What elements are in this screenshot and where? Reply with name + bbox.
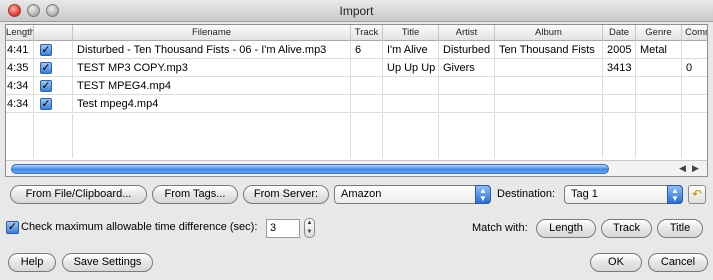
cell-track[interactable] [351,77,383,95]
column-divider [681,114,682,158]
time-difference-stepper[interactable]: ▲ ▼ [304,218,315,238]
scrollbar-thumb[interactable] [11,164,609,174]
undo-icon[interactable]: ↶ [688,185,706,204]
cell-album[interactable] [495,77,603,95]
cell-artist[interactable]: Disturbed [439,41,495,59]
from-server-button[interactable]: From Server: [243,185,329,204]
cell-track[interactable] [351,95,383,113]
cell-title[interactable]: I'm Alive [383,41,439,59]
cell-artist[interactable] [439,77,495,95]
destination-label: Destination: [497,188,556,200]
column-header-date[interactable]: Date [603,25,636,41]
cell-import-toggle[interactable]: ✓ [34,77,73,95]
column-divider [438,114,439,158]
cell-import-toggle[interactable]: ✓ [34,95,73,113]
cancel-button[interactable]: Cancel [648,253,708,272]
cell-length: 4:34 [6,77,34,95]
table-row[interactable]: 4:35 ✓ TEST MP3 COPY.mp3 Up Up Up Givers… [6,59,707,77]
time-difference-checkbox[interactable]: ✓ [6,221,19,234]
column-header-track[interactable]: Track [351,25,383,41]
column-header-album[interactable]: Album [495,25,603,41]
cell-date[interactable] [603,95,636,113]
ok-button[interactable]: OK [590,253,642,272]
time-difference-input[interactable]: 3 [266,219,300,238]
checkmark-icon[interactable]: ✓ [40,62,52,74]
match-track-button[interactable]: Track [601,219,652,238]
scroll-right-arrow-icon[interactable]: ▶ [692,163,699,174]
select-arrows-icon: ▲ ▼ [667,185,683,204]
cell-title[interactable] [383,77,439,95]
title-bar: Import [0,0,713,22]
column-header-artist[interactable]: Artist [439,25,495,41]
checkmark-icon[interactable]: ✓ [40,44,52,56]
cell-filename[interactable]: TEST MPEG4.mp4 [73,77,351,95]
column-divider [494,114,495,158]
table-header: Length Filename Track Title Artist Album… [6,25,707,41]
column-divider [635,114,636,158]
column-header-genre[interactable]: Genre [636,25,682,41]
cell-date[interactable] [603,77,636,95]
match-title-button[interactable]: Title [657,219,703,238]
match-length-button[interactable]: Length [536,219,596,238]
cell-artist[interactable] [439,95,495,113]
column-divider [602,114,603,158]
column-divider [350,114,351,158]
cell-import-toggle[interactable]: ✓ [34,59,73,77]
cell-album[interactable] [495,59,603,77]
cell-filename[interactable]: TEST MP3 COPY.mp3 [73,59,351,77]
cell-import-toggle[interactable]: ✓ [34,41,73,59]
cell-genre[interactable]: Metal [636,41,682,59]
cell-genre[interactable] [636,95,682,113]
cell-date[interactable]: 3413 [603,59,636,77]
cell-comment[interactable] [682,41,707,59]
destination-select-value: Tag 1 [571,188,598,200]
table-row[interactable]: 4:34 ✓ Test mpeg4.mp4 [6,95,707,113]
cell-date[interactable]: 2005 [603,41,636,59]
cell-genre[interactable] [636,59,682,77]
save-settings-button[interactable]: Save Settings [62,253,153,272]
column-divider [382,114,383,158]
server-select[interactable]: Amazon ▲ ▼ [334,185,491,204]
server-select-value: Amazon [341,188,382,200]
horizontal-scrollbar[interactable]: ◀ ▶ [6,160,707,176]
column-divider [33,114,34,158]
checkmark-icon[interactable]: ✓ [40,80,52,92]
from-tags-button[interactable]: From Tags... [152,185,238,204]
cell-length: 4:34 [6,95,34,113]
cell-genre[interactable] [636,77,682,95]
destination-select[interactable]: Tag 1 ▲ ▼ [564,185,683,204]
scroll-left-arrow-icon[interactable]: ◀ [679,163,686,174]
cell-filename[interactable]: Test mpeg4.mp4 [73,95,351,113]
column-divider [72,114,73,158]
column-header-comment[interactable]: Comm [682,25,707,41]
cell-comment[interactable] [682,95,707,113]
cell-track[interactable] [351,59,383,77]
checkmark-icon[interactable]: ✓ [40,98,52,110]
cell-artist[interactable]: Givers [439,59,495,77]
window-title: Import [339,4,374,18]
cell-comment[interactable]: 0 [682,59,707,77]
column-header-filename[interactable]: Filename [73,25,351,41]
from-file-clipboard-button[interactable]: From File/Clipboard... [10,185,147,204]
select-arrows-icon: ▲ ▼ [475,185,491,204]
table-row[interactable]: 4:41 ✓ Disturbed - Ten Thousand Fists - … [6,41,707,59]
cell-title[interactable]: Up Up Up [383,59,439,77]
column-header-checkbox [34,25,73,41]
column-header-length[interactable]: Length [6,25,34,41]
table-row[interactable]: 4:34 ✓ TEST MPEG4.mp4 [6,77,707,95]
cell-track[interactable]: 6 [351,41,383,59]
cell-title[interactable] [383,95,439,113]
cell-album[interactable] [495,95,603,113]
cell-comment[interactable] [682,77,707,95]
time-difference-label: Check maximum allowable time difference … [21,221,258,233]
help-button[interactable]: Help [8,253,56,272]
cell-filename[interactable]: Disturbed - Ten Thousand Fists - 06 - I'… [73,41,351,59]
cell-length: 4:35 [6,59,34,77]
import-table[interactable]: Length Filename Track Title Artist Album… [5,24,708,177]
match-with-label: Match with: [472,222,528,234]
cell-album[interactable]: Ten Thousand Fists [495,41,603,59]
cell-length: 4:41 [6,41,34,59]
column-header-title[interactable]: Title [383,25,439,41]
